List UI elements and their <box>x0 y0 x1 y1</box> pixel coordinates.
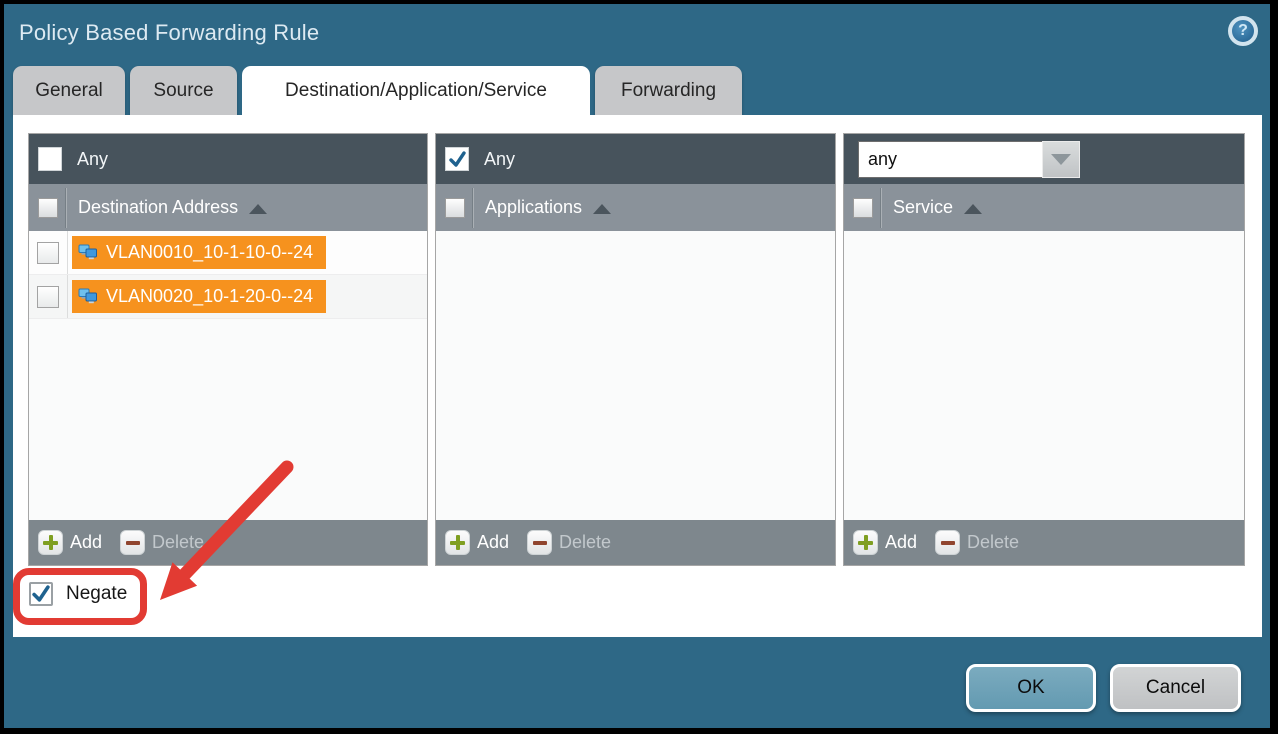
row-separator <box>67 231 68 274</box>
ok-button[interactable]: OK <box>966 664 1096 712</box>
service-toolbar: Add Delete <box>844 520 1244 565</box>
add-icon <box>38 530 63 555</box>
destination-row-1[interactable]: VLAN0020_10-1-20-0--24 <box>29 275 427 319</box>
sort-ascending-icon <box>964 204 982 214</box>
applications-any-bar: Any <box>436 134 835 184</box>
service-column-header[interactable]: Service <box>844 184 1244 231</box>
destination-any-label: Any <box>77 149 108 170</box>
row-checkbox[interactable] <box>37 286 59 308</box>
destination-address-panel: Any Destination Address <box>28 133 428 566</box>
destination-any-checkbox[interactable] <box>38 147 62 171</box>
sort-ascending-icon <box>249 204 267 214</box>
service-dropdown[interactable]: any <box>858 141 1080 178</box>
delete-icon <box>527 530 552 555</box>
negate-control: Negate <box>29 582 127 606</box>
applications-any-label: Any <box>484 149 515 170</box>
address-group-icon <box>78 288 98 306</box>
service-select-all-checkbox[interactable] <box>853 198 873 218</box>
applications-panel: Any Applications Add Delete <box>435 133 836 566</box>
applications-list <box>436 231 835 520</box>
row-separator <box>67 275 68 318</box>
tab-general[interactable]: General <box>13 66 125 115</box>
delete-button[interactable]: Delete <box>527 530 611 555</box>
chevron-down-icon <box>1051 154 1071 165</box>
service-dropdown-button[interactable] <box>1042 141 1080 178</box>
delete-button[interactable]: Delete <box>120 530 204 555</box>
delete-label: Delete <box>559 532 611 553</box>
sort-ascending-icon <box>593 204 611 214</box>
delete-label: Delete <box>152 532 204 553</box>
tab-source[interactable]: Source <box>130 66 237 115</box>
service-column-label: Service <box>893 197 953 218</box>
tab-bar: General Source Destination/Application/S… <box>13 66 742 115</box>
delete-icon <box>935 530 960 555</box>
help-icon[interactable]: ? <box>1228 16 1258 46</box>
address-object-label: VLAN0020_10-1-20-0--24 <box>106 286 313 307</box>
cancel-button[interactable]: Cancel <box>1110 664 1241 712</box>
applications-any-checkbox[interactable] <box>445 147 469 171</box>
column-separator <box>473 188 474 228</box>
applications-column-header[interactable]: Applications <box>436 184 835 231</box>
destination-column-header[interactable]: Destination Address <box>29 184 427 231</box>
destination-list: VLAN0010_10-1-10-0--24 <box>29 231 427 520</box>
add-label: Add <box>477 532 509 553</box>
add-button[interactable]: Add <box>853 530 917 555</box>
destination-toolbar: Add Delete <box>29 520 427 565</box>
applications-toolbar: Add Delete <box>436 520 835 565</box>
tab-content: Any Destination Address <box>13 115 1262 637</box>
destination-column-label: Destination Address <box>78 197 238 218</box>
destination-select-all-checkbox[interactable] <box>38 198 58 218</box>
add-icon <box>445 530 470 555</box>
address-object-label: VLAN0010_10-1-10-0--24 <box>106 242 313 263</box>
checkmark-icon <box>32 585 50 603</box>
address-object-chip[interactable]: VLAN0020_10-1-20-0--24 <box>72 280 326 313</box>
delete-label: Delete <box>967 532 1019 553</box>
screenshot-root: Policy Based Forwarding Rule ? General S… <box>0 0 1278 734</box>
column-separator <box>881 188 882 228</box>
negate-label: Negate <box>66 583 127 605</box>
add-label: Add <box>70 532 102 553</box>
add-icon <box>853 530 878 555</box>
add-button[interactable]: Add <box>38 530 102 555</box>
delete-button[interactable]: Delete <box>935 530 1019 555</box>
dialog-title: Policy Based Forwarding Rule <box>19 20 319 46</box>
service-list <box>844 231 1244 520</box>
delete-icon <box>120 530 145 555</box>
pbf-rule-dialog: Policy Based Forwarding Rule ? General S… <box>4 4 1270 728</box>
destination-row-0[interactable]: VLAN0010_10-1-10-0--24 <box>29 231 427 275</box>
applications-select-all-checkbox[interactable] <box>445 198 465 218</box>
applications-column-label: Applications <box>485 197 582 218</box>
add-label: Add <box>885 532 917 553</box>
tab-destination-application-service[interactable]: Destination/Application/Service <box>242 66 590 115</box>
service-panel: any Service Add <box>843 133 1245 566</box>
address-group-icon <box>78 244 98 262</box>
tab-forwarding[interactable]: Forwarding <box>595 66 742 115</box>
column-separator <box>66 188 67 228</box>
destination-any-bar: Any <box>29 134 427 184</box>
service-dropdown-bar: any <box>844 134 1244 184</box>
address-object-chip[interactable]: VLAN0010_10-1-10-0--24 <box>72 236 326 269</box>
row-checkbox[interactable] <box>37 242 59 264</box>
checkmark-icon <box>449 151 466 168</box>
add-button[interactable]: Add <box>445 530 509 555</box>
negate-checkbox[interactable] <box>29 582 53 606</box>
service-dropdown-value[interactable]: any <box>858 141 1042 178</box>
